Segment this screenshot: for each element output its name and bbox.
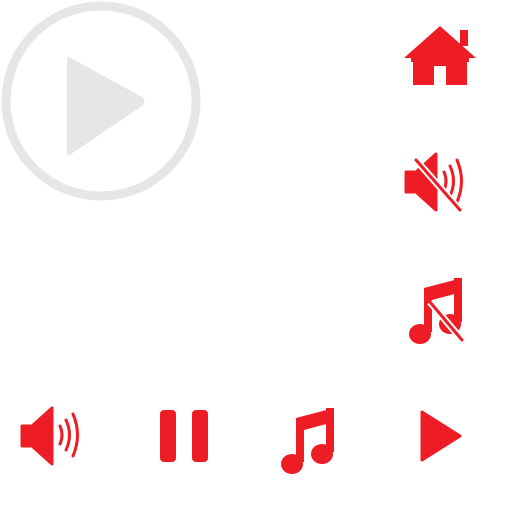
pause-icon[interactable] — [158, 408, 210, 464]
icon-sheet — [0, 0, 512, 512]
play-icon[interactable] — [418, 408, 462, 464]
volume-up-icon[interactable] — [18, 404, 84, 468]
music-note-icon[interactable] — [280, 404, 338, 476]
play-circle-icon[interactable] — [0, 0, 204, 204]
home-icon[interactable] — [402, 24, 478, 88]
volume-mute-icon[interactable] — [402, 150, 468, 214]
music-off-icon[interactable] — [408, 274, 466, 346]
